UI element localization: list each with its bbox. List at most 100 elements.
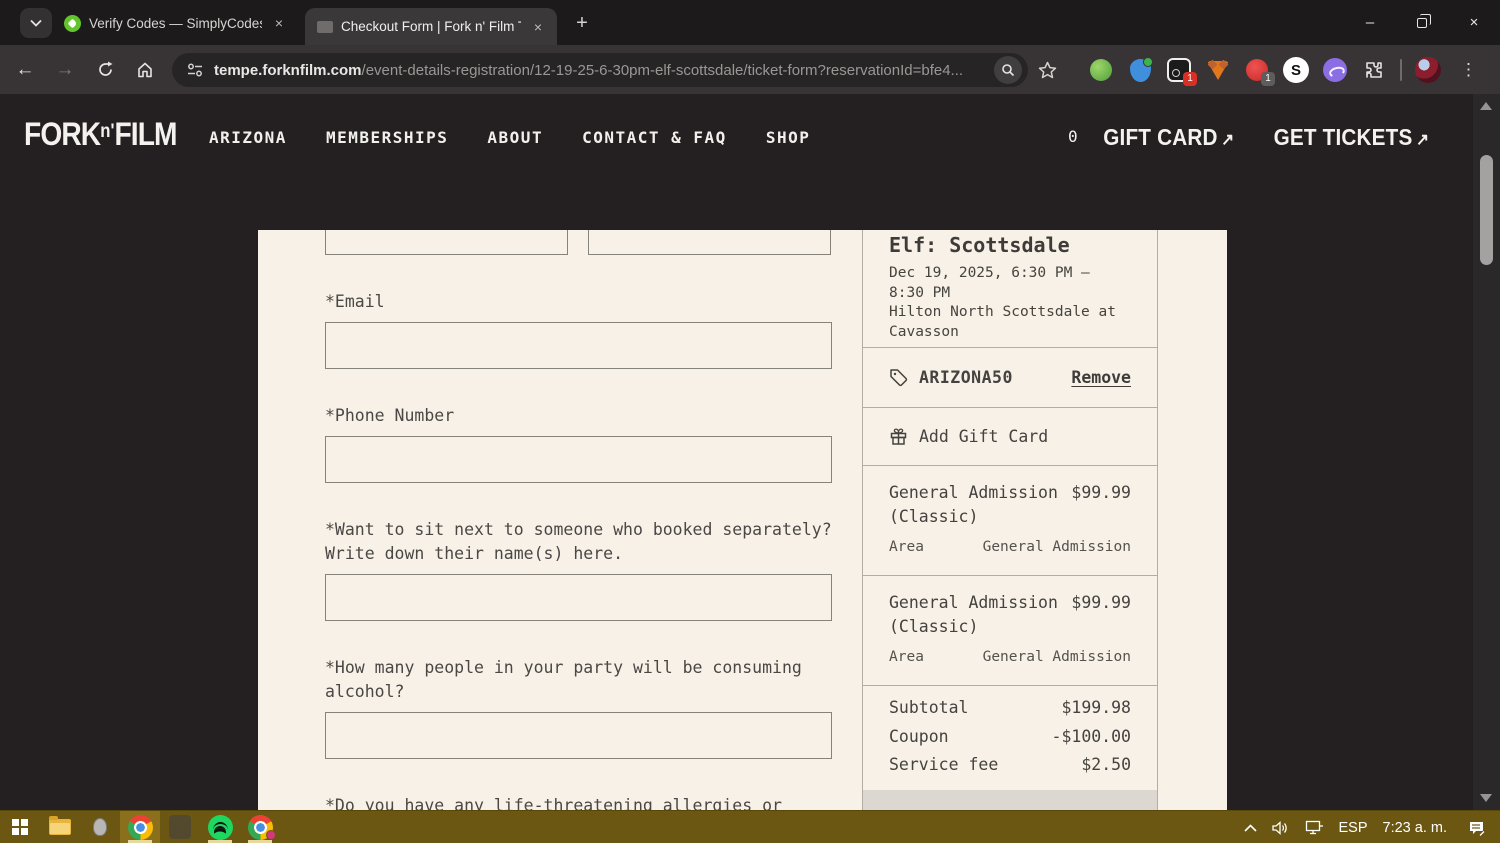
site-info-icon[interactable] [186,63,204,77]
green-globe-extension-button[interactable] [1088,57,1114,83]
search-in-page-button[interactable] [994,56,1022,84]
window-close-button[interactable]: × [1448,0,1500,45]
tab-close-icon[interactable]: × [529,18,547,36]
coupon-total-row: Coupon -$100.00 [889,726,1131,746]
checkout-button-partial[interactable] [863,790,1157,810]
site-logo[interactable]: FORKn'FILM [24,116,177,153]
arrow-up-right-icon: ↗ [1416,129,1430,149]
chrome-taskbar-button[interactable] [120,811,160,843]
total-label: Coupon [889,726,949,746]
add-gift-card-button[interactable]: Add Gift Card [863,408,1157,466]
cart-count[interactable]: 0 [1068,127,1078,146]
window-restore-button[interactable] [1396,0,1448,45]
get-tickets-link[interactable]: GET TICKETS ↗ [1274,124,1429,151]
ticket-item: General Admission (Classic) $99.99 Area … [863,576,1157,686]
nav-item-about[interactable]: ABOUT [487,128,543,147]
tab-search-button[interactable] [20,8,52,38]
scrollbar-thumb[interactable] [1480,155,1493,265]
field-label: *How many people in your party will be c… [325,658,802,701]
first-name-input[interactable] [325,230,568,255]
wallet-extension-button[interactable]: 1 [1166,57,1197,86]
home-button[interactable] [128,53,162,87]
chrome-profile2-taskbar-button[interactable] [240,811,280,843]
item-head: General Admission (Classic) $99.99 [889,591,1131,639]
purple-circle-icon [1323,58,1347,82]
extensions-row: 1 1 S ⋮ [1088,52,1483,88]
site-header: FORKn'FILM ARIZONA MEMBERSHIPS ABOUT CON… [0,94,1500,180]
tab-close-icon[interactable]: × [270,14,288,32]
fox-icon [1207,60,1229,80]
notification-center-button[interactable] [1468,820,1486,836]
scroll-down-arrow-icon[interactable] [1480,794,1492,802]
pinned-app-button[interactable] [160,811,200,843]
alcohol-field-group: *How many people in your party will be c… [325,656,832,759]
nav-item-arizona[interactable]: ARIZONA [209,128,287,147]
reload-icon [98,61,112,76]
seating-input[interactable] [325,574,832,621]
area-value: General Admission [982,539,1131,555]
url-path: /event-details-registration/12-19-25-6-3… [361,61,964,79]
gift-card-link[interactable]: GIFT CARD ↗ [1103,124,1234,151]
new-tab-button[interactable]: + [568,10,596,38]
extension-badge: 1 [1261,72,1275,86]
totals-box: Subtotal $199.98 Coupon -$100.00 Service… [863,686,1157,810]
forward-button[interactable]: → [48,53,82,87]
coupon-code: ARIZONA50 [919,368,1013,387]
reload-button[interactable] [88,53,122,87]
back-button[interactable]: ← [8,53,42,87]
area-label: Area [889,649,924,665]
last-name-input[interactable] [588,230,831,255]
phone-input[interactable] [325,436,832,483]
metamask-extension-button[interactable] [1205,57,1231,83]
remove-coupon-link[interactable]: Remove [1071,368,1131,387]
nav-item-contact-faq[interactable]: CONTACT & FAQ [582,128,727,147]
search-icon [1002,64,1015,77]
file-explorer-button[interactable] [40,811,80,843]
tab-simplycodes[interactable]: Verify Codes — SimplyCodes × [52,8,298,38]
browser-menu-button[interactable]: ⋮ [1454,60,1483,80]
name-fields-row [325,230,832,255]
page-viewport: FORKn'FILM ARIZONA MEMBERSHIPS ABOUT CON… [0,94,1500,810]
language-indicator[interactable]: ESP [1339,820,1368,836]
globe-icon [1090,59,1112,81]
gift-icon [890,428,907,445]
puzzle-icon [1366,62,1382,78]
alcohol-input[interactable] [325,712,832,759]
clock[interactable]: 7:23 a. m. [1383,820,1447,836]
email-input[interactable] [325,322,832,369]
page-scrollbar[interactable] [1473,94,1500,810]
folder-icon [49,816,71,835]
mouse-icon [93,818,107,836]
blocker-extension-button[interactable]: 1 [1244,57,1275,86]
tray-expand-button[interactable] [1243,823,1257,832]
mouse-app-button[interactable] [80,811,120,843]
scroll-up-arrow-icon[interactable] [1480,102,1492,110]
extensions-menu-button[interactable] [1361,57,1387,83]
tab-checkout-form[interactable]: Checkout Form | Fork n' Film Te × [305,8,557,45]
volume-button[interactable] [1271,820,1290,835]
url-domain: tempe.forknfilm.com [214,61,362,79]
simplycodes-extension-button[interactable]: S [1283,57,1309,83]
url-text[interactable]: tempe.forknfilm.com/event-details-regist… [214,62,994,79]
browser-toolbar: ← → tempe.forknfilm.com/event-details-re… [0,45,1500,94]
nav-item-memberships[interactable]: MEMBERSHIPS [326,128,448,147]
bookmark-button[interactable] [1033,56,1061,84]
profile-button[interactable] [1415,57,1441,83]
restore-icon [1417,13,1431,28]
purple-extension-button[interactable] [1322,57,1348,83]
spotify-taskbar-button[interactable] [200,811,240,843]
event-title: Elf: Scottsdale [889,233,1070,257]
network-button[interactable] [1305,820,1324,835]
window-minimize-button[interactable]: – [1344,0,1396,45]
logo-text: FILM [114,116,177,152]
nav-item-shop[interactable]: SHOP [766,128,811,147]
start-button[interactable] [0,811,40,843]
address-bar[interactable]: tempe.forknfilm.com/event-details-regist… [172,53,1028,87]
system-tray: ESP 7:23 a. m. [1243,811,1500,843]
notification-icon [1470,821,1486,836]
simplycodes-favicon [64,14,81,32]
spotify-icon [207,814,233,840]
blue-shield-extension-button[interactable] [1127,56,1153,83]
forknfilm-favicon [317,20,333,33]
gift-card-label: GIFT CARD [1103,123,1218,150]
